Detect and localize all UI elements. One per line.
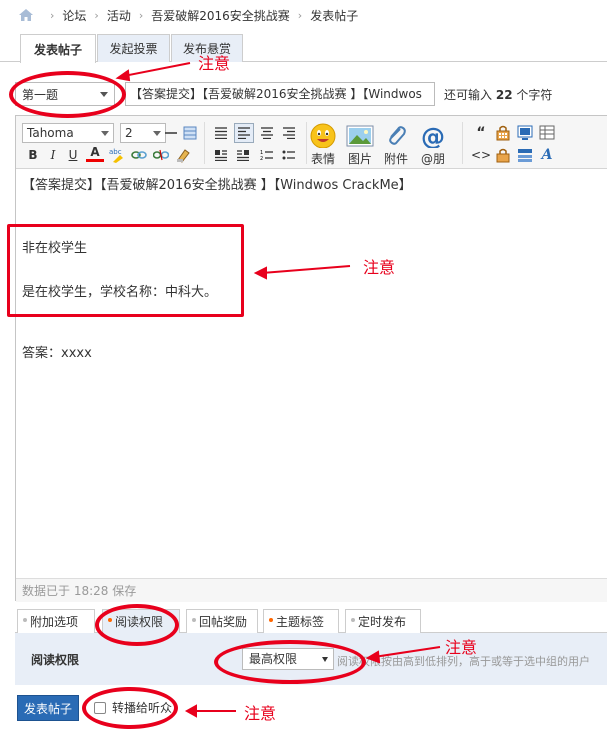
char-hint-suffix: 个字符 bbox=[516, 88, 553, 102]
svg-text:2: 2 bbox=[260, 156, 263, 161]
annotation-ellipse-type bbox=[9, 71, 126, 118]
annotation-ellipse-permission bbox=[214, 640, 366, 684]
unlink-icon[interactable] bbox=[152, 146, 170, 164]
paperclip-icon bbox=[389, 126, 406, 145]
font-style-icon[interactable]: A bbox=[538, 146, 556, 164]
tab-scheduled-post[interactable]: 定时发布 bbox=[345, 609, 421, 633]
toolbar-divider bbox=[462, 122, 463, 164]
breadcrumb-contest[interactable]: 吾爱破解2016安全挑战赛 bbox=[151, 7, 290, 24]
media-icon[interactable] bbox=[516, 124, 534, 142]
image-icon bbox=[346, 125, 374, 147]
post-editor: Tahoma 2 B I U A abc 1 2 表情 图片 附件 @ @朋 “… bbox=[15, 115, 607, 602]
table-icon[interactable] bbox=[538, 124, 556, 142]
image-button[interactable]: 图片 bbox=[340, 123, 380, 167]
tab-label: 附加选项 bbox=[30, 615, 79, 629]
float-right-icon[interactable] bbox=[234, 146, 252, 164]
char-count-hint: 还可输入 22 个字符 bbox=[444, 86, 552, 103]
autosave-status: 数据已于 18:28 保存 bbox=[16, 578, 607, 602]
chevron-down-icon bbox=[153, 131, 161, 136]
breadcrumb-separator: › bbox=[50, 8, 55, 22]
attachment-label: 附件 bbox=[383, 152, 408, 166]
tab-new-post[interactable]: 发表帖子 bbox=[20, 34, 96, 63]
char-hint-prefix: 还可输入 bbox=[444, 88, 493, 102]
subject-input[interactable]: 【答案提交】【吾爱破解2016安全挑战赛 】【Windwos bbox=[125, 82, 435, 106]
annotation-note: 注意 bbox=[244, 704, 277, 723]
tab-label: 回帖奖励 bbox=[199, 615, 248, 629]
annotation-ellipse-tab bbox=[95, 604, 179, 646]
italic-button[interactable]: I bbox=[44, 146, 62, 164]
align-right-icon[interactable] bbox=[280, 124, 298, 142]
home-icon[interactable] bbox=[18, 8, 34, 22]
font-family-value: Tahoma bbox=[27, 126, 74, 140]
svg-text:abc: abc bbox=[109, 148, 122, 156]
at-sign-icon: @ bbox=[421, 123, 445, 148]
annotation-note: 注意 bbox=[198, 54, 231, 73]
tab-dot bbox=[269, 618, 273, 622]
horizontal-rule-icon[interactable] bbox=[162, 124, 180, 142]
background-color-icon[interactable] bbox=[181, 124, 199, 142]
char-hint-count: 22 bbox=[495, 88, 513, 102]
annotation-note: 注意 bbox=[363, 258, 396, 277]
annotation-rect-content bbox=[7, 224, 244, 317]
code-block-icon[interactable] bbox=[494, 124, 512, 142]
emoji-button[interactable]: 表情 bbox=[303, 123, 343, 167]
toolbar-divider bbox=[204, 122, 205, 164]
highlight-icon[interactable]: abc bbox=[108, 146, 126, 164]
underline-button[interactable]: U bbox=[64, 146, 82, 164]
font-color-button[interactable]: A bbox=[86, 145, 104, 162]
free-content-icon[interactable] bbox=[516, 146, 534, 164]
breadcrumb-current: 发表帖子 bbox=[310, 8, 359, 23]
annotation-note: 注意 bbox=[445, 638, 478, 657]
tab-topic-tags[interactable]: 主题标签 bbox=[263, 609, 339, 633]
align-justify-icon[interactable] bbox=[212, 124, 230, 142]
tab-label: 主题标签 bbox=[276, 615, 325, 629]
breadcrumb-forum[interactable]: 论坛 bbox=[62, 7, 86, 24]
tab-extra-options[interactable]: 附加选项 bbox=[17, 609, 95, 633]
mention-button[interactable]: @ @朋 bbox=[413, 123, 453, 167]
unordered-list-icon[interactable] bbox=[280, 146, 298, 164]
attachment-button[interactable]: 附件 bbox=[376, 123, 416, 167]
image-label: 图片 bbox=[347, 152, 372, 166]
align-center-icon[interactable] bbox=[258, 124, 276, 142]
ordered-list-icon[interactable]: 12 bbox=[258, 146, 276, 164]
quote-icon[interactable]: “ bbox=[472, 124, 490, 142]
annotation-ellipse-broadcast bbox=[82, 687, 178, 729]
submit-post-button[interactable]: 发表帖子 bbox=[17, 695, 79, 721]
breadcrumb: › 论坛 › 活动 › 吾爱破解2016安全挑战赛 › 发表帖子 bbox=[0, 0, 607, 30]
tab-dot bbox=[23, 618, 27, 622]
html-code-icon[interactable]: <> bbox=[471, 146, 491, 164]
font-size-select[interactable]: 2 bbox=[120, 123, 166, 143]
tab-new-poll[interactable]: 发起投票 bbox=[97, 34, 170, 62]
clear-format-icon[interactable] bbox=[174, 146, 192, 164]
lock-icon[interactable] bbox=[494, 146, 512, 164]
emoji-label: 表情 bbox=[310, 152, 335, 166]
tab-label: 定时发布 bbox=[358, 615, 407, 629]
chevron-down-icon bbox=[101, 131, 109, 136]
post-type-tabs: 发表帖子 发起投票 发布悬赏 bbox=[0, 30, 607, 63]
tab-dot bbox=[351, 618, 355, 622]
breadcrumb-separator: › bbox=[297, 8, 303, 22]
tab-dot bbox=[192, 618, 196, 622]
editor-toolbar: Tahoma 2 B I U A abc 1 2 表情 图片 附件 @ @朋 “… bbox=[16, 116, 607, 169]
content-line-title: 【答案提交】【吾爱破解2016安全挑战赛 】【Windwos CrackMe】 bbox=[22, 178, 412, 193]
svg-text:@: @ bbox=[421, 123, 445, 148]
smiley-icon bbox=[310, 123, 336, 148]
breadcrumb-activity[interactable]: 活动 bbox=[107, 7, 131, 24]
font-family-select[interactable]: Tahoma bbox=[22, 123, 114, 143]
read-permission-label: 阅读权限 bbox=[31, 653, 80, 667]
align-left-icon[interactable] bbox=[234, 123, 254, 143]
tab-reply-reward[interactable]: 回帖奖励 bbox=[186, 609, 258, 633]
mention-label: @朋 bbox=[420, 152, 445, 166]
breadcrumb-separator: › bbox=[138, 8, 144, 22]
float-left-icon[interactable] bbox=[212, 146, 230, 164]
font-size-value: 2 bbox=[125, 126, 133, 140]
bold-button[interactable]: B bbox=[24, 146, 42, 164]
content-line-answer: 答案：xxxx bbox=[22, 346, 92, 361]
link-icon[interactable] bbox=[130, 146, 148, 164]
breadcrumb-separator: › bbox=[94, 8, 99, 22]
